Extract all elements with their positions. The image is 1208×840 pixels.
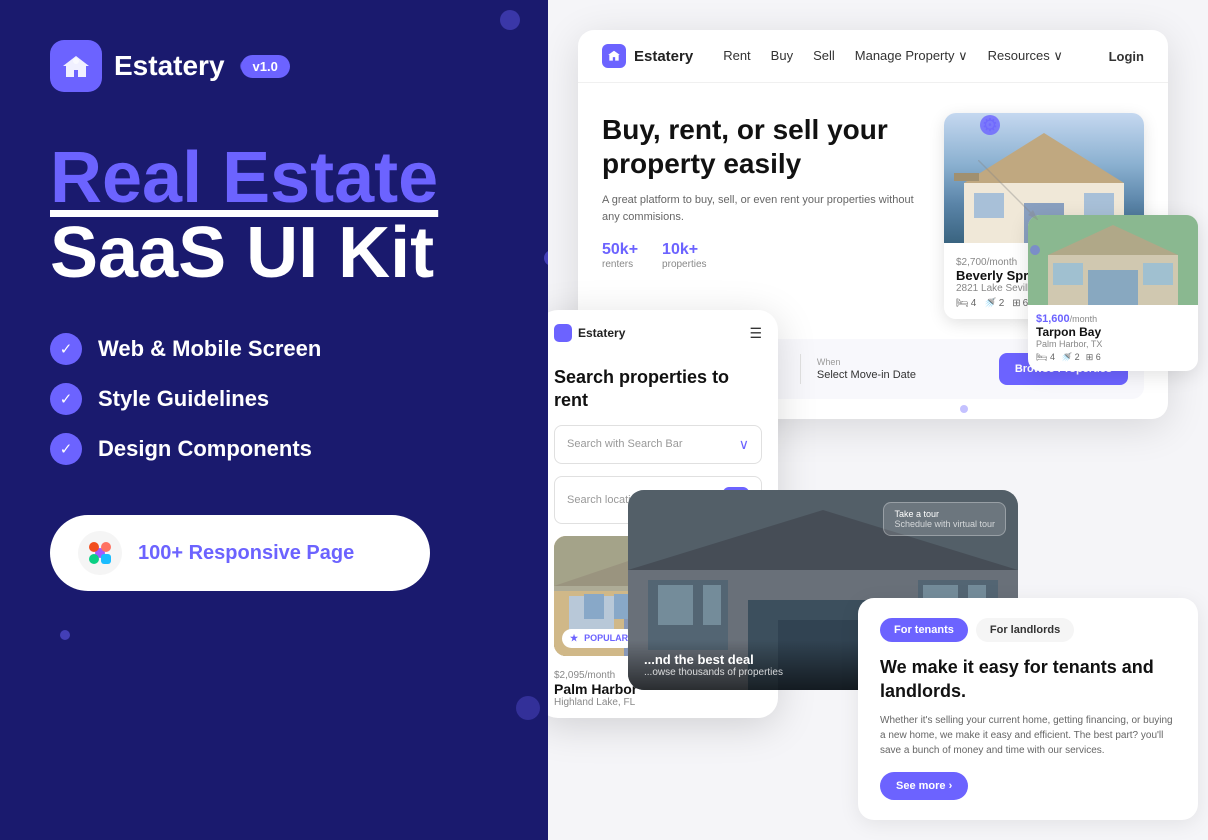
decor-dot-1 bbox=[240, 60, 252, 72]
second-spec-baths: 🚿 2 bbox=[1061, 352, 1080, 363]
figma-logo-icon bbox=[78, 531, 122, 575]
mobile-logo-icon bbox=[554, 324, 572, 342]
stat-properties: 10k+ properties bbox=[662, 241, 706, 270]
mobile-prop-location: Highland Lake, FL bbox=[554, 697, 762, 708]
feature-list: ✓ Web & Mobile Screen ✓ Style Guidelines… bbox=[50, 333, 550, 465]
stat-properties-num: 10k+ bbox=[662, 241, 706, 259]
web-navbar: Estatery Rent Buy Sell Manage Property ∨… bbox=[578, 30, 1168, 83]
check-icon-2: ✓ bbox=[50, 383, 82, 415]
logo-icon bbox=[50, 40, 102, 92]
left-panel: Estatery v1.0 Real Estate SaaS UI Kit ✓ … bbox=[0, 0, 600, 840]
nav-link-sell[interactable]: Sell bbox=[813, 48, 835, 64]
tab-tenants[interactable]: For tenants bbox=[880, 618, 968, 642]
popular-badge: ★ POPULAR bbox=[562, 629, 636, 648]
second-property-card: $1,600/month Tarpon Bay Palm Harbor, TX … bbox=[1028, 215, 1198, 371]
decor-dot-4 bbox=[516, 696, 540, 720]
second-prop-specs: 🛏 4 🚿 2 ⊞ 6 bbox=[1036, 352, 1190, 363]
web-brand-name: Estatery bbox=[634, 48, 693, 65]
decor-dot-right bbox=[1030, 245, 1040, 255]
hamburger-icon[interactable]: ☰ bbox=[749, 325, 762, 342]
right-panel: Estatery Rent Buy Sell Manage Property ∨… bbox=[548, 0, 1208, 840]
decor-dot-2 bbox=[500, 10, 520, 30]
web-logo: Estatery bbox=[602, 44, 693, 68]
second-price: $1,600/month bbox=[1036, 313, 1190, 325]
nav-link-buy[interactable]: Buy bbox=[771, 48, 793, 64]
feature-label-3: Design Components bbox=[98, 436, 312, 462]
web-hero-description: A great platform to buy, sell, or even r… bbox=[602, 192, 924, 225]
check-icon-1: ✓ bbox=[50, 333, 82, 365]
feature-web-mobile: ✓ Web & Mobile Screen bbox=[50, 333, 550, 365]
mobile-logo: Estatery bbox=[554, 324, 625, 342]
when-label: When bbox=[817, 357, 983, 367]
tab-landlords[interactable]: For landlords bbox=[976, 618, 1074, 642]
login-button[interactable]: Login bbox=[1109, 49, 1144, 64]
web-hero-text: Buy, rent, or sell your property easily … bbox=[602, 113, 924, 319]
logo-row: Estatery v1.0 bbox=[50, 40, 550, 92]
mobile-hero-title: Search properties to rent bbox=[548, 356, 778, 413]
tab-row: For tenants For landlords bbox=[880, 618, 1176, 642]
stat-renters-num: 50k+ bbox=[602, 241, 638, 259]
when-value: Select Move-in Date bbox=[817, 369, 983, 381]
figma-button[interactable]: 100+ Responsive Page bbox=[50, 515, 430, 591]
spec-baths: 🚿 2 bbox=[984, 298, 1004, 309]
web-hero-title: Buy, rent, or sell your property easily bbox=[602, 113, 924, 180]
web-nav-links: Rent Buy Sell Manage Property ∨ Resource… bbox=[723, 48, 1078, 64]
web-logo-icon bbox=[602, 44, 626, 68]
arrow-decoration bbox=[978, 160, 1038, 220]
nav-link-manage[interactable]: Manage Property ∨ bbox=[855, 48, 968, 64]
mobile-search-text: Search with Search Bar bbox=[567, 438, 683, 450]
headline-line1: Real Estate bbox=[50, 142, 550, 214]
stat-renters: 50k+ renters bbox=[602, 241, 638, 270]
second-spec-area: ⊞ 6 bbox=[1086, 352, 1101, 363]
bottom-title: We make it easy for tenants and landlord… bbox=[880, 656, 1176, 703]
nav-link-rent[interactable]: Rent bbox=[723, 48, 750, 64]
mobile-dropdown-icon[interactable]: ∨ bbox=[739, 436, 749, 453]
feature-label-2: Style Guidelines bbox=[98, 386, 269, 412]
bottom-description: Whether it's selling your current home, … bbox=[880, 713, 1176, 758]
figma-btn-label: 100+ Responsive Page bbox=[138, 542, 354, 565]
feature-label-1: Web & Mobile Screen bbox=[98, 336, 321, 362]
mobile-brand-name: Estatery bbox=[578, 326, 625, 340]
decor-dot-5 bbox=[60, 630, 70, 640]
decor-dot-right2 bbox=[960, 405, 968, 413]
check-icon-3: ✓ bbox=[50, 433, 82, 465]
second-prop-addr: Palm Harbor, TX bbox=[1036, 339, 1190, 349]
second-prop-name: Tarpon Bay bbox=[1036, 325, 1190, 339]
gear-icon: ⚙ bbox=[982, 115, 998, 136]
stat-renters-label: renters bbox=[602, 259, 638, 270]
feature-style: ✓ Style Guidelines bbox=[50, 383, 550, 415]
search-divider bbox=[800, 354, 801, 384]
second-property-info: $1,600/month Tarpon Bay Palm Harbor, TX … bbox=[1028, 305, 1198, 371]
virtual-tour-button[interactable]: Take a tour Schedule with virtual tour bbox=[883, 502, 1006, 536]
headline: Real Estate SaaS UI Kit bbox=[50, 142, 550, 293]
brand-name: Estatery bbox=[114, 50, 225, 82]
spec-beds: 🛏 4 bbox=[956, 298, 976, 309]
web-when-field: When Select Move-in Date bbox=[817, 357, 983, 381]
second-spec-beds: 🛏 4 bbox=[1036, 352, 1055, 363]
nav-link-resources[interactable]: Resources ∨ bbox=[988, 48, 1063, 64]
stat-properties-label: properties bbox=[662, 259, 706, 270]
headline-line2: SaaS UI Kit bbox=[50, 214, 550, 293]
see-more-button[interactable]: See more › bbox=[880, 772, 968, 800]
mobile-search-bar[interactable]: Search with Search Bar ∨ bbox=[554, 425, 762, 464]
mobile-navbar: Estatery ☰ bbox=[548, 310, 778, 356]
web-stats: 50k+ renters 10k+ properties bbox=[602, 241, 924, 270]
feature-design: ✓ Design Components bbox=[50, 433, 550, 465]
bottom-section: For tenants For landlords We make it eas… bbox=[858, 598, 1198, 820]
